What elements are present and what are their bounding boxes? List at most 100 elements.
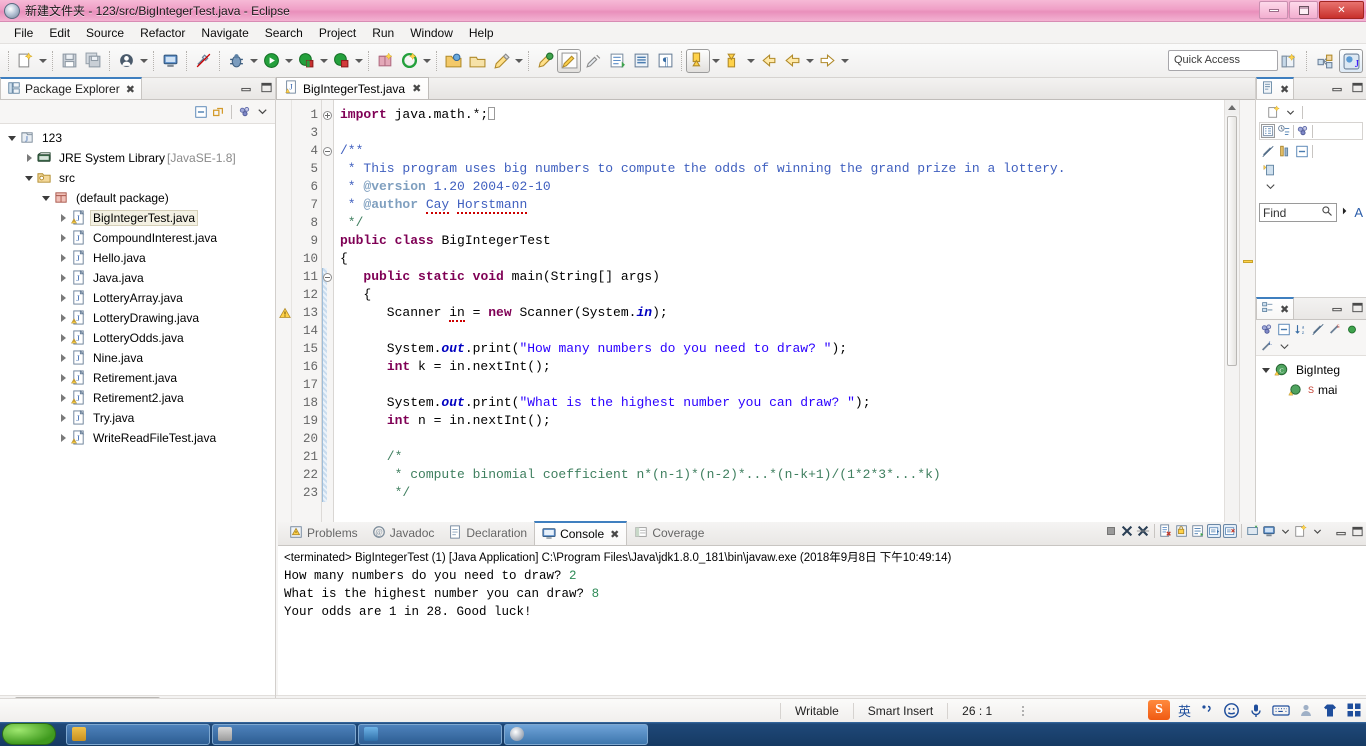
tree-item[interactable]: src [0, 168, 275, 188]
ime-mode-label[interactable]: 英 [1178, 701, 1191, 720]
view-menu-chevron-icon[interactable] [1263, 179, 1277, 193]
menu-navigate[interactable]: Navigate [193, 24, 256, 42]
search-dropdown-icon[interactable] [513, 50, 524, 72]
pilcrow-icon[interactable]: ¶ [653, 49, 677, 73]
tree-item[interactable]: J Nine.java [0, 348, 275, 368]
chevron-right-icon[interactable] [55, 374, 71, 382]
tree-item[interactable]: J LotteryArray.java [0, 288, 275, 308]
fold-toggle-icon[interactable] [322, 106, 333, 124]
chevron-down-icon[interactable] [1278, 524, 1292, 538]
focus-icon[interactable] [1260, 322, 1274, 336]
tab-coverage[interactable]: Coverage [627, 521, 711, 545]
debug-dropdown-icon[interactable] [248, 50, 259, 72]
code-line[interactable]: */ [340, 484, 1224, 502]
save-icon[interactable] [57, 49, 81, 73]
code-line[interactable]: /* [340, 448, 1224, 466]
menu-help[interactable]: Help [461, 24, 502, 42]
tab-outline[interactable]: ✖ [1256, 297, 1295, 319]
tab-javadoc[interactable]: @ Javadoc [365, 521, 442, 545]
scroll-up-icon[interactable] [1225, 100, 1239, 115]
tree-item[interactable]: J LotteryDrawing.java [0, 308, 275, 328]
view-menu-icon[interactable] [1277, 339, 1291, 353]
java-ee-perspective-icon[interactable] [1313, 49, 1337, 73]
minimize-button[interactable] [1259, 1, 1288, 19]
chevron-down-icon[interactable] [1283, 105, 1297, 119]
tree-item[interactable]: J CompoundInterest.java [0, 228, 275, 248]
open-console-icon[interactable] [1294, 524, 1308, 538]
next-annotation-dropdown-icon[interactable] [710, 50, 721, 72]
menu-window[interactable]: Window [402, 24, 461, 42]
new-wizard-icon[interactable] [13, 49, 37, 73]
new-java-class-dropdown-icon[interactable] [138, 50, 149, 72]
chevron-down-icon[interactable] [21, 175, 37, 181]
outline-item[interactable]: C BigInteg [1256, 360, 1366, 380]
close-icon[interactable]: ✖ [1280, 83, 1289, 96]
tree-item[interactable]: J 123 [0, 128, 275, 148]
tree-item[interactable]: J Retirement2.java [0, 388, 275, 408]
new-task-icon[interactable] [1267, 105, 1281, 119]
minimize-icon[interactable] [1330, 80, 1344, 94]
microphone-icon[interactable] [1248, 702, 1264, 719]
menu-file[interactable]: File [6, 24, 41, 42]
scroll-lock-icon[interactable] [1175, 524, 1189, 538]
open-type-icon[interactable] [441, 49, 465, 73]
tree-item[interactable]: J Retirement.java [0, 368, 275, 388]
code-line[interactable]: /** [340, 142, 1224, 160]
maximize-icon[interactable] [1350, 80, 1364, 94]
run-dropdown-icon[interactable] [283, 50, 294, 72]
delete-icon[interactable] [1261, 144, 1275, 158]
console-output[interactable]: <terminated> BigIntegerTest (1) [Java Ap… [278, 546, 1366, 695]
code-line[interactable]: System.out.print("How many numbers do yo… [340, 340, 1224, 358]
new-wizard-dropdown-icon[interactable] [37, 50, 48, 72]
close-icon[interactable]: ✖ [610, 528, 619, 541]
remove-all-terminated-icon[interactable] [1136, 524, 1150, 538]
fold-toggle-icon[interactable] [322, 142, 333, 160]
start-button[interactable] [2, 723, 56, 745]
tree-item[interactable]: J Hello.java [0, 248, 275, 268]
filter-icon[interactable] [1278, 144, 1292, 158]
tab-package-explorer[interactable]: Package Explorer ✖ [0, 77, 142, 99]
tab-task-list[interactable]: ✖ [1256, 77, 1295, 99]
code-line[interactable]: System.out.print("What is the highest nu… [340, 394, 1224, 412]
overview-warning-marker[interactable] [1243, 260, 1253, 263]
new-package-icon[interactable] [373, 49, 397, 73]
forward-icon[interactable] [815, 49, 839, 73]
collapse-all-icon[interactable] [1295, 144, 1309, 158]
close-button[interactable]: ✕ [1319, 1, 1364, 19]
back-icon[interactable] [756, 49, 780, 73]
maximize-icon[interactable] [259, 80, 273, 94]
link-with-editor-icon[interactable] [211, 105, 225, 119]
chevron-right-icon[interactable] [21, 154, 37, 162]
print-icon[interactable] [158, 49, 182, 73]
save-all-icon[interactable] [81, 49, 105, 73]
show-source-quick-outline-icon[interactable] [629, 49, 653, 73]
soft-keyboard-icon[interactable] [1272, 703, 1290, 718]
focus-on-workweek-icon[interactable] [1296, 124, 1310, 138]
scheduled-presentation-icon[interactable] [1277, 124, 1291, 138]
close-icon[interactable]: ✖ [126, 83, 135, 96]
open-perspective-icon[interactable] [1276, 49, 1300, 73]
coverage-last-icon[interactable] [329, 49, 353, 73]
code-line[interactable]: int k = in.nextInt(); [340, 358, 1224, 376]
taskbar-item[interactable] [212, 723, 356, 745]
minimize-icon[interactable] [1334, 524, 1348, 538]
tab-console[interactable]: Console ✖ [534, 521, 628, 545]
next-annotation-icon[interactable] [686, 48, 710, 73]
display-selected-console-icon[interactable] [1262, 524, 1276, 538]
pin-console-icon[interactable] [1223, 524, 1237, 538]
chevron-right-icon[interactable] [55, 314, 71, 322]
collapse-all-icon[interactable] [1277, 322, 1291, 336]
view-menu-icon[interactable] [238, 105, 252, 119]
chevron-down-icon[interactable] [4, 135, 20, 141]
code-line[interactable]: { [340, 286, 1224, 304]
maximize-icon[interactable] [1350, 524, 1364, 538]
code-line[interactable]: public static void main(String[] args) [340, 268, 1224, 286]
outline-item[interactable]: Smai [1256, 380, 1366, 400]
tree-item[interactable]: J BigIntegerTest.java [0, 208, 275, 228]
code-line[interactable]: Scanner in = new Scanner(System.in); [340, 304, 1224, 322]
tab-problems[interactable]: Problems [282, 521, 365, 545]
code-line[interactable] [340, 322, 1224, 340]
chevron-right-icon[interactable] [55, 434, 71, 442]
skin-icon[interactable] [1322, 702, 1338, 719]
minimize-icon[interactable] [239, 80, 253, 94]
